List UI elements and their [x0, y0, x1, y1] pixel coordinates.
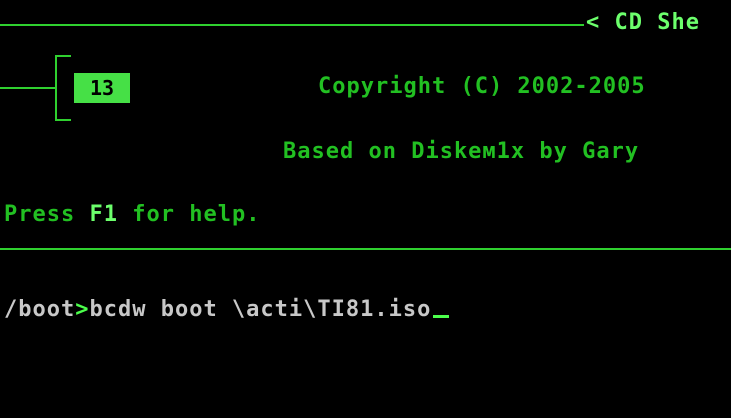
window-title: < CD She: [586, 10, 700, 35]
badge-bracket-bottom: [55, 119, 71, 121]
prompt-path: /boot: [4, 297, 76, 322]
command-input[interactable]: bcdw boot \acti\TI81.iso: [89, 297, 431, 322]
separator-line: [0, 248, 731, 250]
prompt-symbol: >: [75, 297, 90, 322]
based-on-text: Based on Diskем1х by Gary: [283, 139, 640, 164]
f1-key-label: F1: [89, 202, 118, 227]
command-prompt-line[interactable]: /boot>bcdw boot \acti\TI81.iso: [4, 296, 450, 324]
help-hint: Press F1 for help.: [4, 201, 260, 229]
help-prefix: Press: [4, 202, 90, 227]
text-cursor: [433, 315, 450, 318]
help-suffix: for help.: [117, 202, 261, 227]
terminal-screen: < CD She 13 Copyright (C) 2002-2005 Base…: [0, 0, 731, 418]
badge-bracket-top: [55, 55, 71, 57]
badge-bracket-stub: [0, 87, 57, 89]
copyright-text: Copyright (C) 2002-2005: [318, 74, 646, 99]
session-number-badge: 13: [74, 73, 130, 103]
top-border-line: [0, 24, 584, 26]
